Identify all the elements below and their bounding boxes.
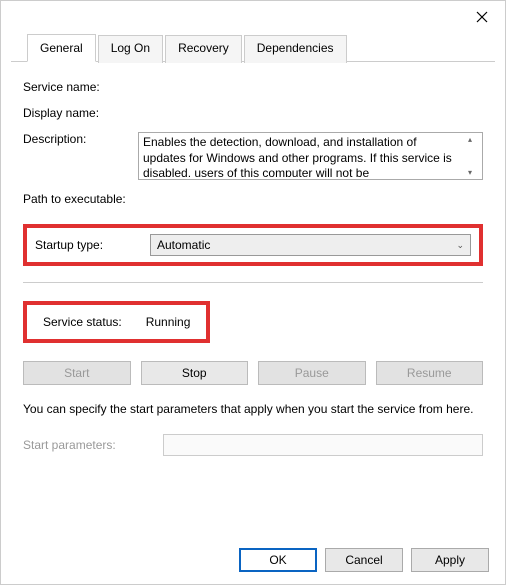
startup-type-label: Startup type:: [35, 238, 150, 252]
start-params-hint: You can specify the start parameters tha…: [23, 401, 483, 418]
close-icon[interactable]: [471, 6, 493, 28]
description-box[interactable]: Enables the detection, download, and ins…: [138, 132, 483, 180]
description-scroll[interactable]: ▴ ▾: [462, 135, 478, 177]
pause-button: Pause: [258, 361, 366, 385]
divider: [23, 282, 483, 283]
display-name-label: Display name:: [23, 106, 138, 120]
startup-type-value: Automatic: [157, 238, 210, 252]
general-panel: Service name: Display name: Description:…: [1, 62, 505, 466]
start-parameters-label: Start parameters:: [23, 438, 163, 452]
titlebar: [1, 1, 505, 33]
service-status-highlight: Service status: Running: [23, 301, 210, 343]
cancel-button[interactable]: Cancel: [325, 548, 403, 572]
tab-recovery[interactable]: Recovery: [165, 35, 242, 63]
description-label: Description:: [23, 132, 138, 146]
tab-strip: General Log On Recovery Dependencies: [11, 33, 495, 62]
apply-button[interactable]: Apply: [411, 548, 489, 572]
ok-button[interactable]: OK: [239, 548, 317, 572]
description-text: Enables the detection, download, and ins…: [143, 135, 462, 177]
path-label: Path to executable:: [23, 192, 126, 206]
service-status-value: Running: [146, 315, 191, 329]
resume-button: Resume: [376, 361, 484, 385]
service-control-buttons: Start Stop Pause Resume: [23, 361, 483, 385]
start-button: Start: [23, 361, 131, 385]
service-status-label: Service status:: [43, 315, 122, 329]
stop-button[interactable]: Stop: [141, 361, 249, 385]
startup-type-highlight: Startup type: Automatic ⌄: [23, 224, 483, 266]
service-name-label: Service name:: [23, 80, 138, 94]
tab-general[interactable]: General: [27, 34, 96, 62]
dialog-footer: OK Cancel Apply: [239, 548, 489, 572]
tab-dependencies[interactable]: Dependencies: [244, 35, 347, 63]
scroll-down-icon[interactable]: ▾: [468, 168, 472, 177]
chevron-down-icon: ⌄: [456, 240, 464, 251]
startup-type-select[interactable]: Automatic ⌄: [150, 234, 471, 256]
tab-logon[interactable]: Log On: [98, 35, 163, 63]
start-parameters-input: [163, 434, 483, 456]
scroll-up-icon[interactable]: ▴: [468, 135, 472, 144]
